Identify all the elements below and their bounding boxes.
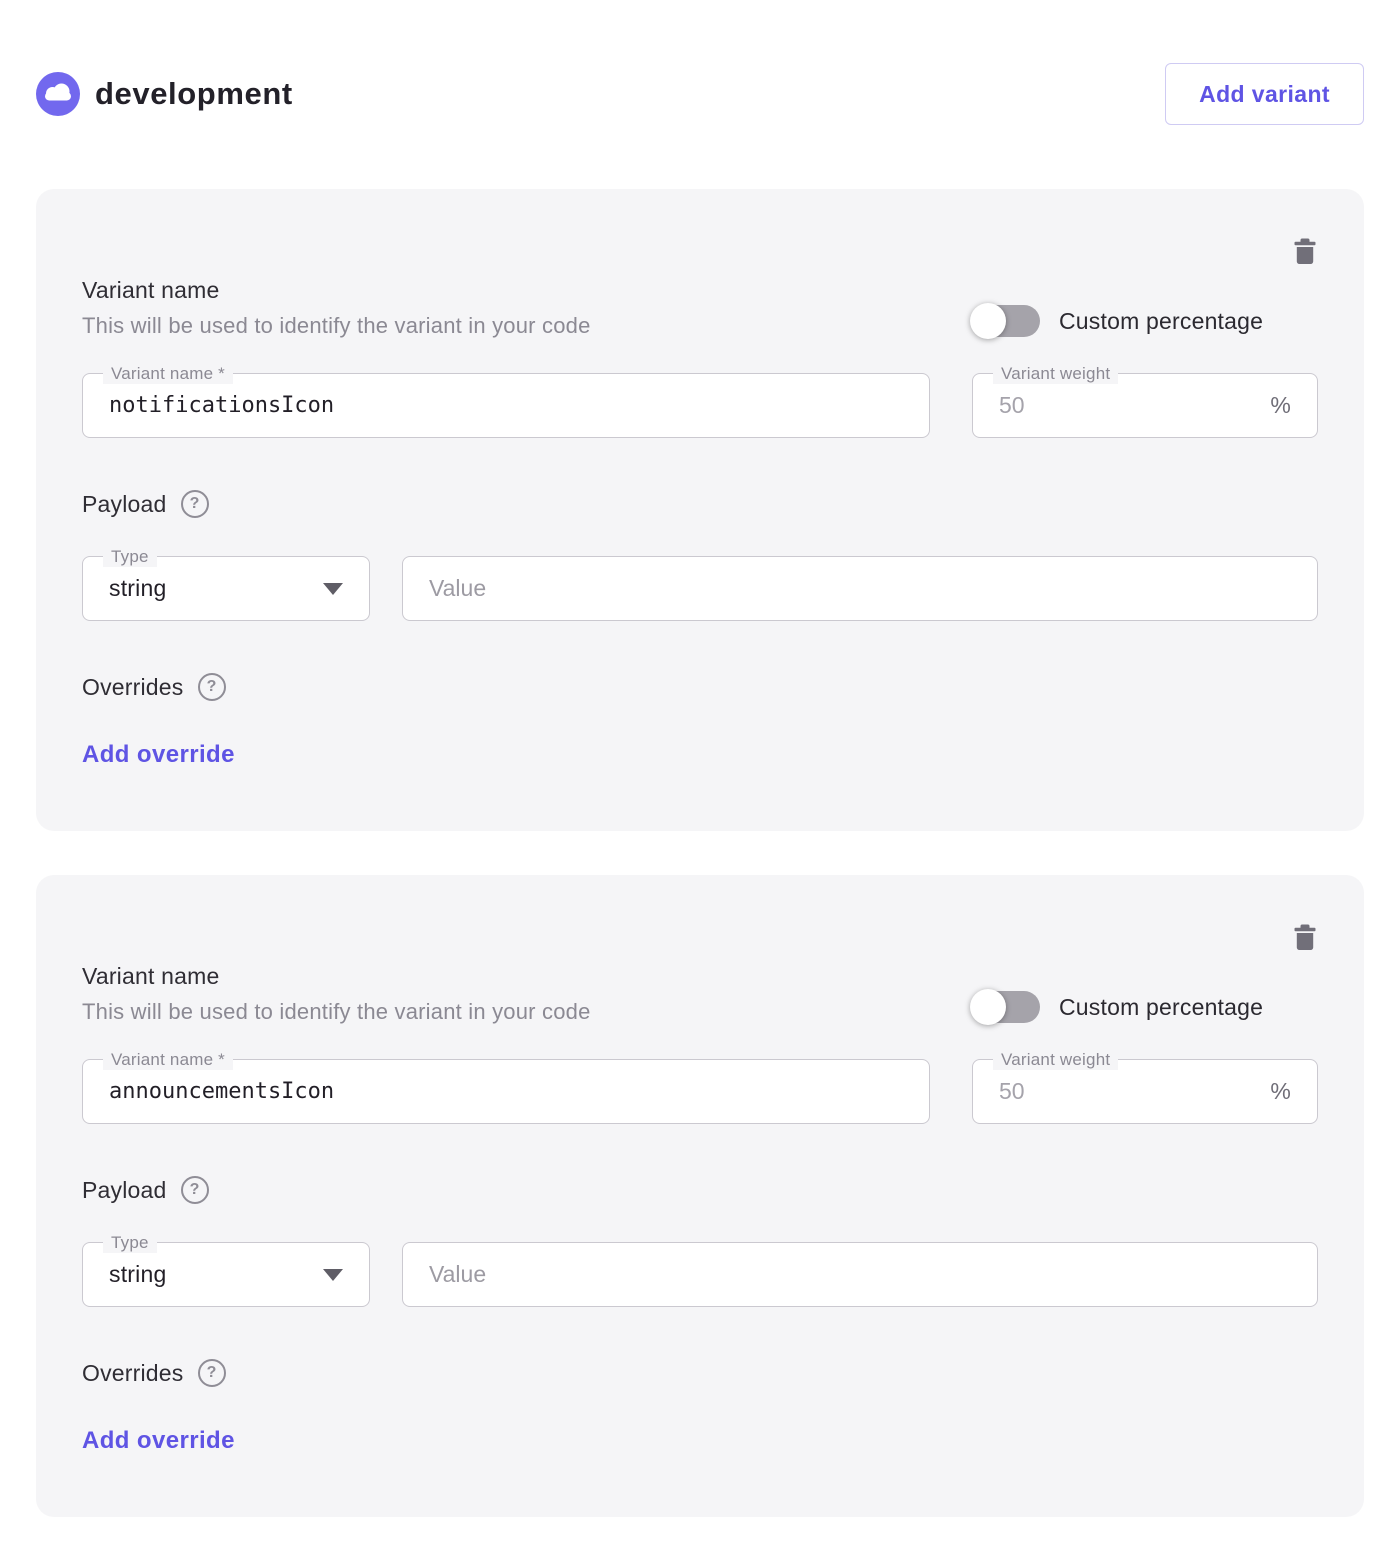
custom-percentage-label: Custom percentage [1059, 308, 1263, 335]
chevron-down-icon [323, 583, 343, 595]
variant-weight-input[interactable] [999, 392, 1260, 419]
payload-type-select[interactable]: Type string [82, 1242, 370, 1307]
variant-name-input[interactable] [109, 393, 903, 418]
percent-suffix: % [1260, 392, 1291, 419]
variant-weight-field-label: Variant weight [993, 364, 1118, 384]
payload-type-value: string [109, 575, 166, 602]
payload-heading: Payload [82, 491, 167, 518]
variant-card: Variant name This will be used to identi… [36, 875, 1364, 1517]
variant-weight-column: Custom percentage Variant weight % [972, 991, 1318, 1124]
trash-icon [1292, 237, 1318, 265]
add-override-link[interactable]: Add override [82, 741, 235, 769]
toggle-knob [970, 989, 1006, 1025]
variant-card: Variant name This will be used to identi… [36, 189, 1364, 831]
trash-icon [1292, 923, 1318, 951]
overrides-heading: Overrides [82, 674, 184, 701]
variant-weight-column: Custom percentage Variant weight % [972, 305, 1318, 438]
overrides-help-icon[interactable]: ? [198, 673, 226, 701]
toggle-knob [970, 303, 1006, 339]
payload-type-label: Type [103, 1233, 157, 1253]
cloud-environment-icon [36, 72, 80, 116]
payload-type-value: string [109, 1261, 166, 1288]
variant-weight-field: Variant weight % [972, 373, 1318, 438]
overrides-help-icon[interactable]: ? [198, 1359, 226, 1387]
payload-heading: Payload [82, 1177, 167, 1204]
overrides-heading: Overrides [82, 1360, 184, 1387]
payload-value-input[interactable] [429, 1261, 1291, 1288]
percent-suffix: % [1260, 1078, 1291, 1105]
variant-name-input[interactable] [109, 1079, 903, 1104]
page-title: development [95, 76, 293, 112]
variant-name-field-label: Variant name * [103, 1050, 233, 1070]
custom-percentage-row: Custom percentage [972, 991, 1318, 1023]
custom-percentage-label: Custom percentage [1059, 994, 1263, 1021]
add-variant-button[interactable]: Add variant [1165, 63, 1364, 125]
overrides-heading-row: Overrides ? [82, 673, 1318, 701]
custom-percentage-toggle[interactable] [972, 305, 1040, 337]
payload-section: Type string [82, 556, 1318, 621]
variant-name-column: Variant name This will be used to identi… [82, 277, 930, 438]
page: development Add variant Variant name Thi… [0, 62, 1400, 1547]
variant-name-field: Variant name * [82, 373, 930, 438]
payload-value-input[interactable] [429, 575, 1291, 602]
add-override-link[interactable]: Add override [82, 1427, 235, 1455]
payload-type-label: Type [103, 547, 157, 567]
payload-section: Type string [82, 1242, 1318, 1307]
payload-help-icon[interactable]: ? [181, 490, 209, 518]
custom-percentage-row: Custom percentage [972, 305, 1318, 337]
variant-weight-field: Variant weight % [972, 1059, 1318, 1124]
payload-help-icon[interactable]: ? [181, 1176, 209, 1204]
variant-name-help-text: This will be used to identify the varian… [82, 999, 930, 1025]
variant-name-heading: Variant name [82, 963, 930, 990]
environment-header: development [36, 72, 293, 116]
variant-name-section: Variant name This will be used to identi… [82, 277, 1318, 438]
payload-heading-row: Payload ? [82, 1176, 1318, 1204]
variant-name-section: Variant name This will be used to identi… [82, 963, 1318, 1124]
payload-value-field [402, 1242, 1318, 1307]
card-actions [82, 237, 1318, 265]
card-actions [82, 923, 1318, 951]
variant-name-help-text: This will be used to identify the varian… [82, 313, 930, 339]
delete-variant-button[interactable] [1292, 237, 1318, 265]
custom-percentage-toggle[interactable] [972, 991, 1040, 1023]
payload-heading-row: Payload ? [82, 490, 1318, 518]
delete-variant-button[interactable] [1292, 923, 1318, 951]
variant-name-field-label: Variant name * [103, 364, 233, 384]
overrides-heading-row: Overrides ? [82, 1359, 1318, 1387]
header: development Add variant [36, 62, 1364, 126]
payload-type-select[interactable]: Type string [82, 556, 370, 621]
variant-name-heading: Variant name [82, 277, 930, 304]
variant-name-field: Variant name * [82, 1059, 930, 1124]
variant-name-column: Variant name This will be used to identi… [82, 963, 930, 1124]
chevron-down-icon [323, 1269, 343, 1281]
variant-weight-input[interactable] [999, 1078, 1260, 1105]
payload-value-field [402, 556, 1318, 621]
variant-weight-field-label: Variant weight [993, 1050, 1118, 1070]
